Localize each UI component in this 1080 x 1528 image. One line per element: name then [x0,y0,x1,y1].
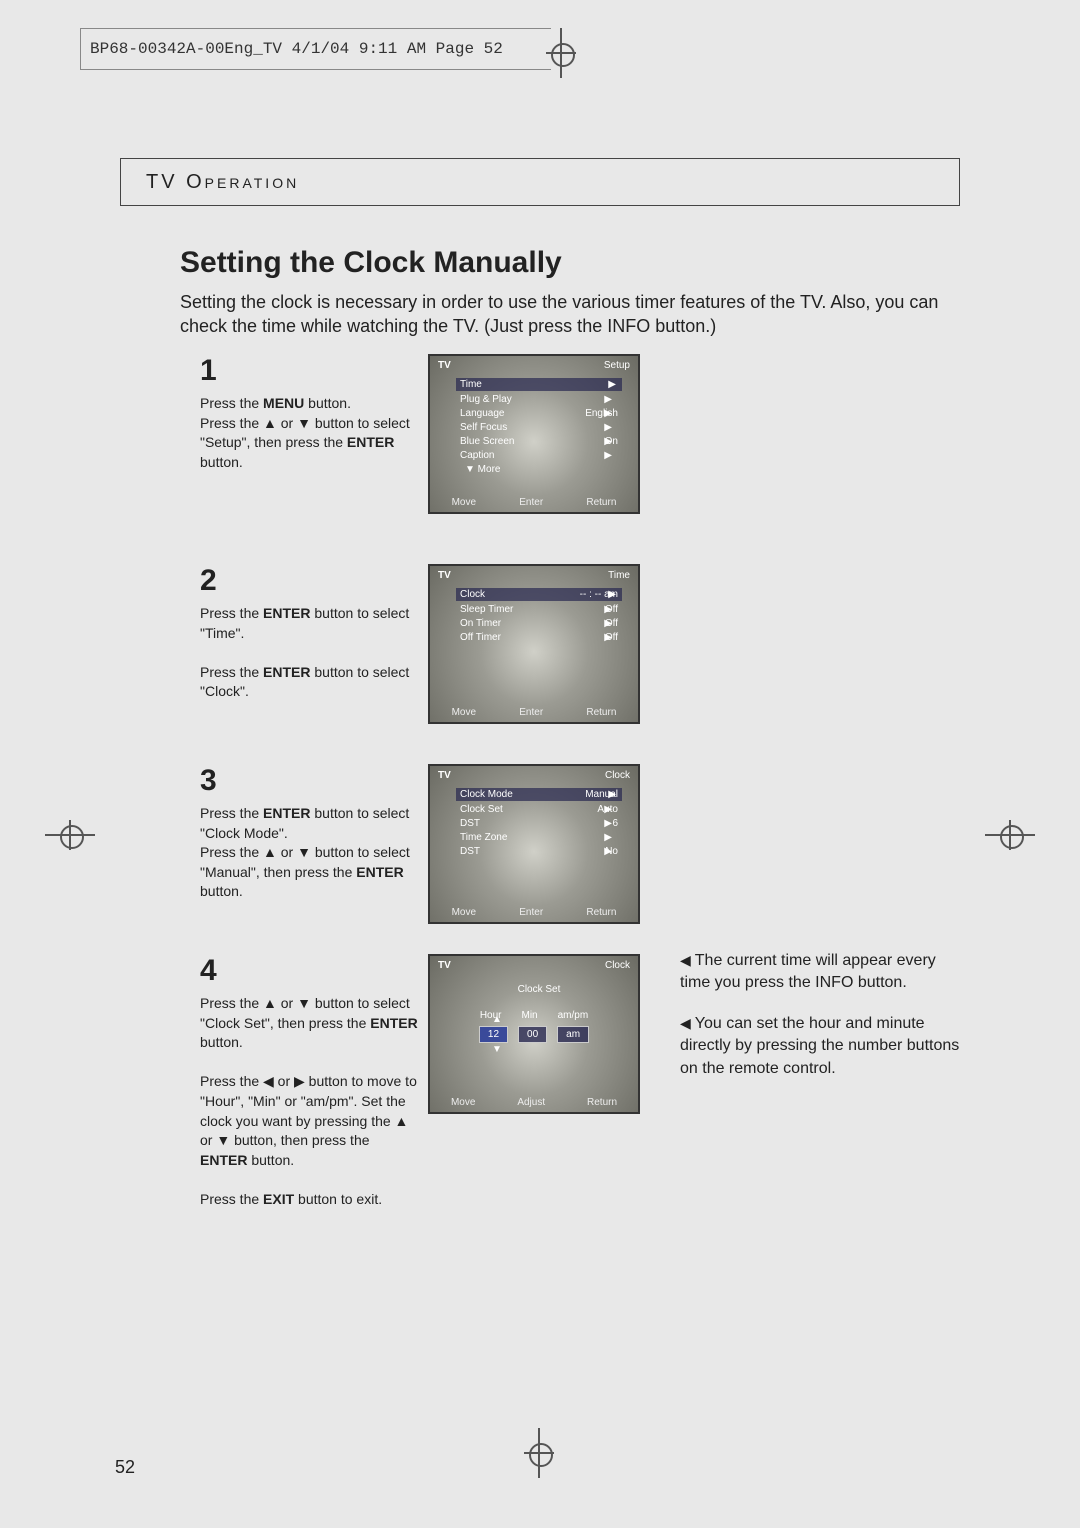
step-number: 3 [200,760,420,802]
osd-label: TV [438,360,451,371]
crop-mark-left [45,820,95,850]
step-text: Press the ENTER button to select "Clock … [200,805,410,899]
step-3: 3 Press the ENTER button to select "Cloc… [200,760,420,902]
side-notes: ◀The current time will appear every time… [680,950,960,1098]
osd-label: TV [438,770,451,781]
section-header: TV Operation [120,158,960,206]
section-header-text: TV Operation [146,171,299,194]
osd-time: TV Time Clock-- : -- am▶ Sleep TimerOff▶… [428,564,640,724]
osd-title: Clock [605,770,630,781]
osd-clock: TV Clock Clock ModeManual▶ Clock SetAuto… [428,764,640,924]
crop-mark-bottom [524,1428,554,1478]
page-title: Setting the Clock Manually [180,246,562,280]
page: BP68-00342A-00Eng_TV 4/1/04 9:11 AM Page… [0,0,1080,1528]
note-arrow-icon: ◀ [680,1015,691,1031]
osd-label: TV [438,570,451,581]
osd-setup: TV Setup Time▶ Plug & Play▶ LanguageEngl… [428,354,640,514]
crop-mark-top [546,28,576,78]
page-number: 52 [115,1457,135,1478]
osd-title: Setup [604,360,630,371]
step-2: 2 Press the ENTER button to select "Time… [200,560,420,702]
step-text: Press the ENTER button to select "Time".… [200,605,409,699]
osd-title: Clock [605,960,630,971]
osd-clock-set: TV Clock Clock Set Hour Min am/pm ▲ 12 0… [428,954,640,1114]
step-text: Press the MENU button. Press the ▲ or ▼ … [200,395,410,470]
step-number: 2 [200,560,420,602]
step-4: 4 Press the ▲ or ▼ button to select "Clo… [200,950,420,1210]
crop-mark-right [985,820,1035,850]
step-number: 4 [200,950,420,992]
step-number: 1 [200,350,420,392]
step-text: Press the ▲ or ▼ button to select "Clock… [200,995,418,1207]
osd-title: Time [608,570,630,581]
prepress-header: BP68-00342A-00Eng_TV 4/1/04 9:11 AM Page… [90,40,503,58]
note-arrow-icon: ◀ [680,952,691,968]
intro-text: Setting the clock is necessary in order … [180,290,960,339]
step-1: 1 Press the MENU button. Press the ▲ or … [200,350,420,472]
osd-label: TV [438,960,451,971]
